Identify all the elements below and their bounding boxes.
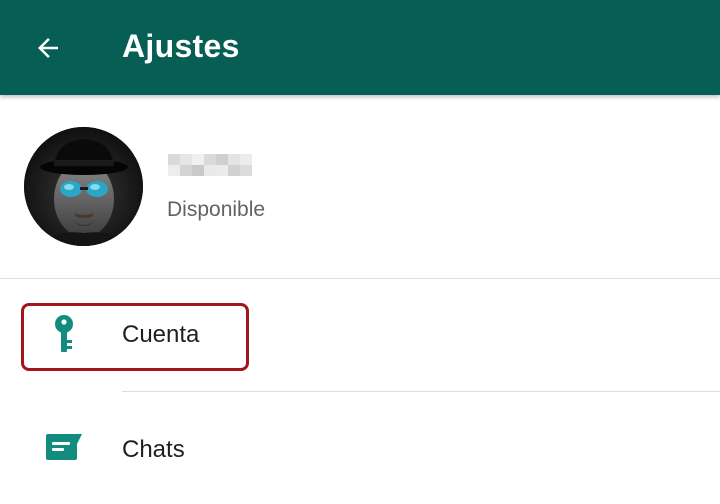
avatar[interactable] bbox=[24, 127, 143, 246]
profile-status: Disponible bbox=[167, 198, 266, 221]
page-title: Ajustes bbox=[122, 28, 240, 64]
app-bar: Ajustes bbox=[0, 0, 720, 95]
profile-picture bbox=[24, 127, 143, 246]
settings-item-label: Cuenta bbox=[122, 321, 200, 348]
chat-icon bbox=[40, 424, 88, 472]
settings-item-cuenta[interactable]: Cuenta bbox=[0, 279, 720, 391]
settings-item-label: Chats bbox=[122, 436, 185, 463]
arrow-back-icon bbox=[38, 38, 58, 58]
key-icon bbox=[40, 311, 88, 359]
settings-item-chats[interactable]: Chats bbox=[0, 392, 720, 504]
pixelated-name bbox=[168, 154, 252, 176]
profile-section[interactable]: Disponible bbox=[0, 95, 720, 278]
profile-name-redacted bbox=[168, 154, 252, 176]
back-button[interactable] bbox=[22, 24, 74, 72]
